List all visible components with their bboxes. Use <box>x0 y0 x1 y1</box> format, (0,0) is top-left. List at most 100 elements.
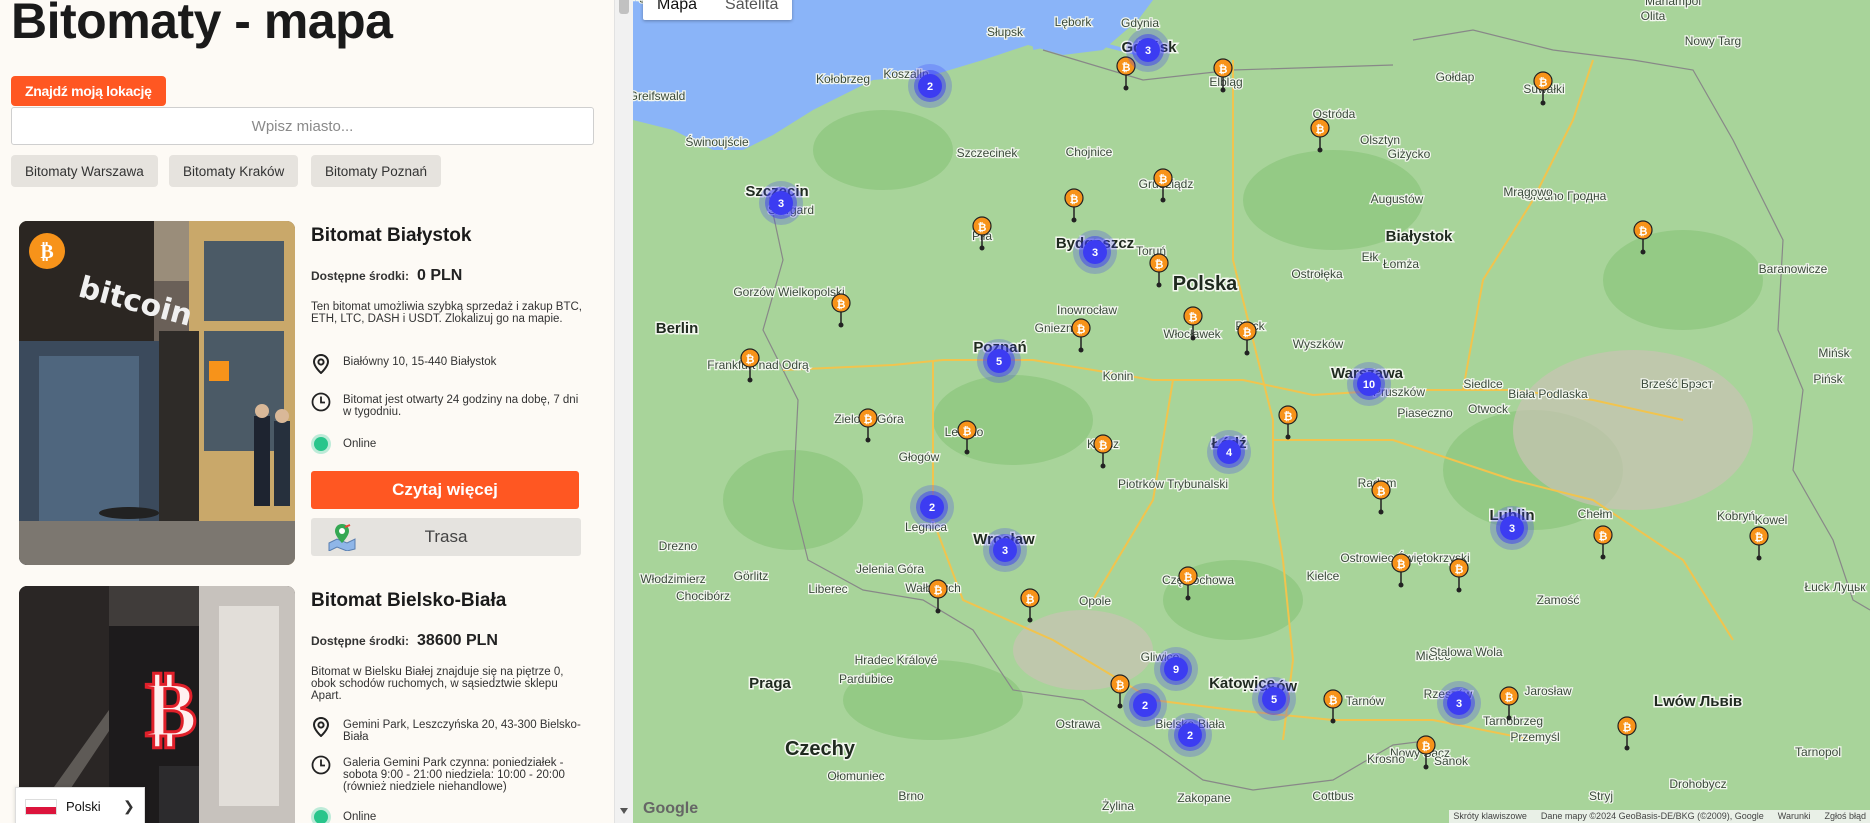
quick-link-warszawa[interactable]: Bitomaty Warszawa <box>11 155 158 187</box>
cluster-marker-warszawa[interactable]: 10 <box>1347 362 1391 406</box>
keyboard-shortcuts-link[interactable]: Skróty klawiszowe <box>1453 810 1527 823</box>
map-city-label-czechy: Czechy <box>785 738 856 760</box>
funds-value: 0 PLN <box>417 267 463 284</box>
bitcoin-logo-icon: ₿ <box>29 233 65 269</box>
svg-text:₿: ₿ <box>1116 679 1125 692</box>
map-town-label-zakopane: Zakopane <box>1177 791 1231 805</box>
map-town-label-drohobycz: Drohobycz <box>1669 777 1726 791</box>
map-town-label-tarnow: Tarnów <box>1346 694 1385 708</box>
svg-text:₿: ₿ <box>1184 571 1193 584</box>
map-town-label-pinsk: Pińsk <box>1813 372 1843 386</box>
language-switcher[interactable]: Polski ❯ <box>15 787 145 823</box>
map-city-label-praga: Praga <box>749 675 791 692</box>
cluster-marker-szczecin[interactable]: 3 <box>759 181 803 225</box>
svg-text:₿: ₿ <box>1284 410 1293 423</box>
svg-text:₿: ₿ <box>1189 311 1198 324</box>
listing-card: ₿ bitcoin Bitomat Białystok Dostępne śro… <box>19 221 589 571</box>
svg-text:₿: ₿ <box>1639 225 1648 238</box>
listing-panel: Bitomaty - mapa Znajdź moją lokację Bito… <box>0 0 614 823</box>
map-town-label-ostrawa: Ostrawa <box>1056 717 1101 731</box>
svg-text:₿: ₿ <box>1377 485 1386 498</box>
panel-scrollbar[interactable] <box>614 0 633 823</box>
map-town-label-piaseczno: Piaseczno <box>1397 406 1453 420</box>
funds-row: Dostępne środki: 38600 PLN <box>311 632 498 650</box>
route-button[interactable]: Trasa <box>311 518 581 556</box>
cluster-marker-ostrawa[interactable]: 2 <box>1123 683 1167 727</box>
cluster-marker-gliwice[interactable]: 9 <box>1154 647 1198 691</box>
map-town-label-swinoujscie: Świnoujście <box>685 134 749 149</box>
map-town-label-kolobrzeg: Kołobrzeg <box>816 72 870 86</box>
cluster-marker-poznan[interactable]: 5 <box>977 339 1021 383</box>
hours-text: Bitomat jest otwarty 24 godziny na dobę,… <box>343 394 579 418</box>
svg-text:₿: ₿ <box>1422 740 1431 753</box>
map-town-label-pardubice: Pardubice <box>839 672 893 686</box>
svg-text:₿: ₿ <box>978 221 987 234</box>
svg-text:₿: ₿ <box>1099 439 1108 452</box>
cluster-marker-legnica[interactable]: 2 <box>910 485 954 529</box>
cluster-marker-krakow[interactable]: 5 <box>1252 677 1296 721</box>
svg-text:₿: ₿ <box>1243 326 1252 339</box>
map-town-label-chociborz: Chocibórz <box>676 589 730 603</box>
cluster-marker-wroclaw[interactable]: 3 <box>983 528 1027 572</box>
listing-description: Bitomat w Bielsku Białej znajduje się na… <box>311 666 564 702</box>
cluster-count: 2 <box>1187 730 1193 742</box>
cluster-count: 3 <box>1456 698 1462 710</box>
map-type-map-button[interactable]: Mapa <box>643 0 711 20</box>
map-view[interactable]: PolskaWarszawaPoznańŁódźKrakówWrocławKat… <box>633 0 1870 823</box>
language-label: Polski <box>66 799 101 814</box>
address-text: Gemini Park, Leszczyńska 20, 43-300 Biel… <box>343 719 581 743</box>
map-town-label-olita: Olita <box>1641 9 1666 23</box>
svg-text:₿: ₿ <box>1026 593 1035 606</box>
scroll-down-arrow-icon[interactable] <box>620 808 628 814</box>
quick-link-poznan[interactable]: Bitomaty Poznań <box>311 155 442 187</box>
map-town-label-chojnice: Chojnice <box>1066 145 1113 159</box>
map-town-label-gdynia: Gdynia <box>1121 16 1159 30</box>
report-error-link[interactable]: Zgłoś błąd <box>1824 810 1866 823</box>
map-town-label-zamosc: Zamość <box>1537 593 1580 607</box>
funds-row: Dostępne środki: 0 PLN <box>311 267 462 285</box>
svg-text:₿: ₿ <box>1316 123 1325 136</box>
map-town-label-krosno: Krosno <box>1367 752 1405 766</box>
city-search-input[interactable] <box>11 107 594 145</box>
cluster-count: 3 <box>1092 247 1098 259</box>
svg-text:₿: ₿ <box>1122 61 1131 74</box>
cluster-count: 2 <box>927 81 933 93</box>
cluster-marker-rzeszow[interactable]: 3 <box>1437 681 1481 725</box>
map-city-label-polska: Polska <box>1173 273 1238 295</box>
cluster-marker-bydgoszcz[interactable]: 3 <box>1073 230 1117 274</box>
map-town-label-ostroleka: Ostrołęka <box>1291 267 1343 281</box>
terms-link[interactable]: Warunki <box>1778 810 1811 823</box>
map-attribution: Skróty klawiszowe Dane mapy ©2024 GeoBas… <box>1449 810 1870 823</box>
cluster-marker-lodz[interactable]: 4 <box>1207 430 1251 474</box>
cluster-marker-lublin[interactable]: 3 <box>1490 506 1534 550</box>
map-town-label-tarnopol: Tarnopol <box>1795 745 1841 759</box>
svg-text:₿: ₿ <box>1455 563 1464 576</box>
map-town-label-stryj: Stryj <box>1589 789 1613 803</box>
map-type-satellite-button[interactable]: Satelita <box>711 0 792 20</box>
map-town-label-luck: Łuck Луцьк <box>1804 580 1866 594</box>
cluster-count: 3 <box>778 198 784 210</box>
read-more-button[interactable]: Czytaj więcej <box>311 471 579 509</box>
map-town-label-liberec: Liberec <box>808 582 847 596</box>
find-location-button[interactable]: Znajdź moją lokację <box>11 76 166 106</box>
quick-link-krakow[interactable]: Bitomaty Kraków <box>169 155 299 187</box>
listing-title[interactable]: Bitomat Białystok <box>311 225 471 247</box>
map-town-label-zylina: Żylina <box>1102 799 1134 813</box>
cluster-marker-bielsko-biala[interactable]: 2 <box>1168 713 1212 757</box>
map-town-label-kowel: Kowel <box>1755 513 1788 527</box>
cluster-marker-gdansk[interactable]: 3 <box>1126 28 1170 72</box>
cluster-marker-koszalin[interactable]: 2 <box>908 64 952 108</box>
listing-photo[interactable]: ₿ bitcoin <box>19 221 295 565</box>
map-town-label-drezno: Drezno <box>659 539 698 553</box>
listing-title[interactable]: Bitomat Bielsko-Biała <box>311 590 506 612</box>
cluster-count: 3 <box>1145 45 1151 57</box>
map-town-label-goldap: Gołdap <box>1436 70 1475 84</box>
map-town-label-opole: Opole <box>1079 594 1111 608</box>
map-town-label-chelm: Chełm <box>1578 507 1613 521</box>
bitcoin-neon-icon: ₿ <box>145 665 197 755</box>
map-town-label-brno: Brno <box>898 789 924 803</box>
scrollbar-thumb[interactable] <box>619 0 629 14</box>
svg-text:₿: ₿ <box>1329 694 1338 707</box>
cluster-count: 10 <box>1363 379 1375 391</box>
svg-text:₿: ₿ <box>1070 193 1079 206</box>
